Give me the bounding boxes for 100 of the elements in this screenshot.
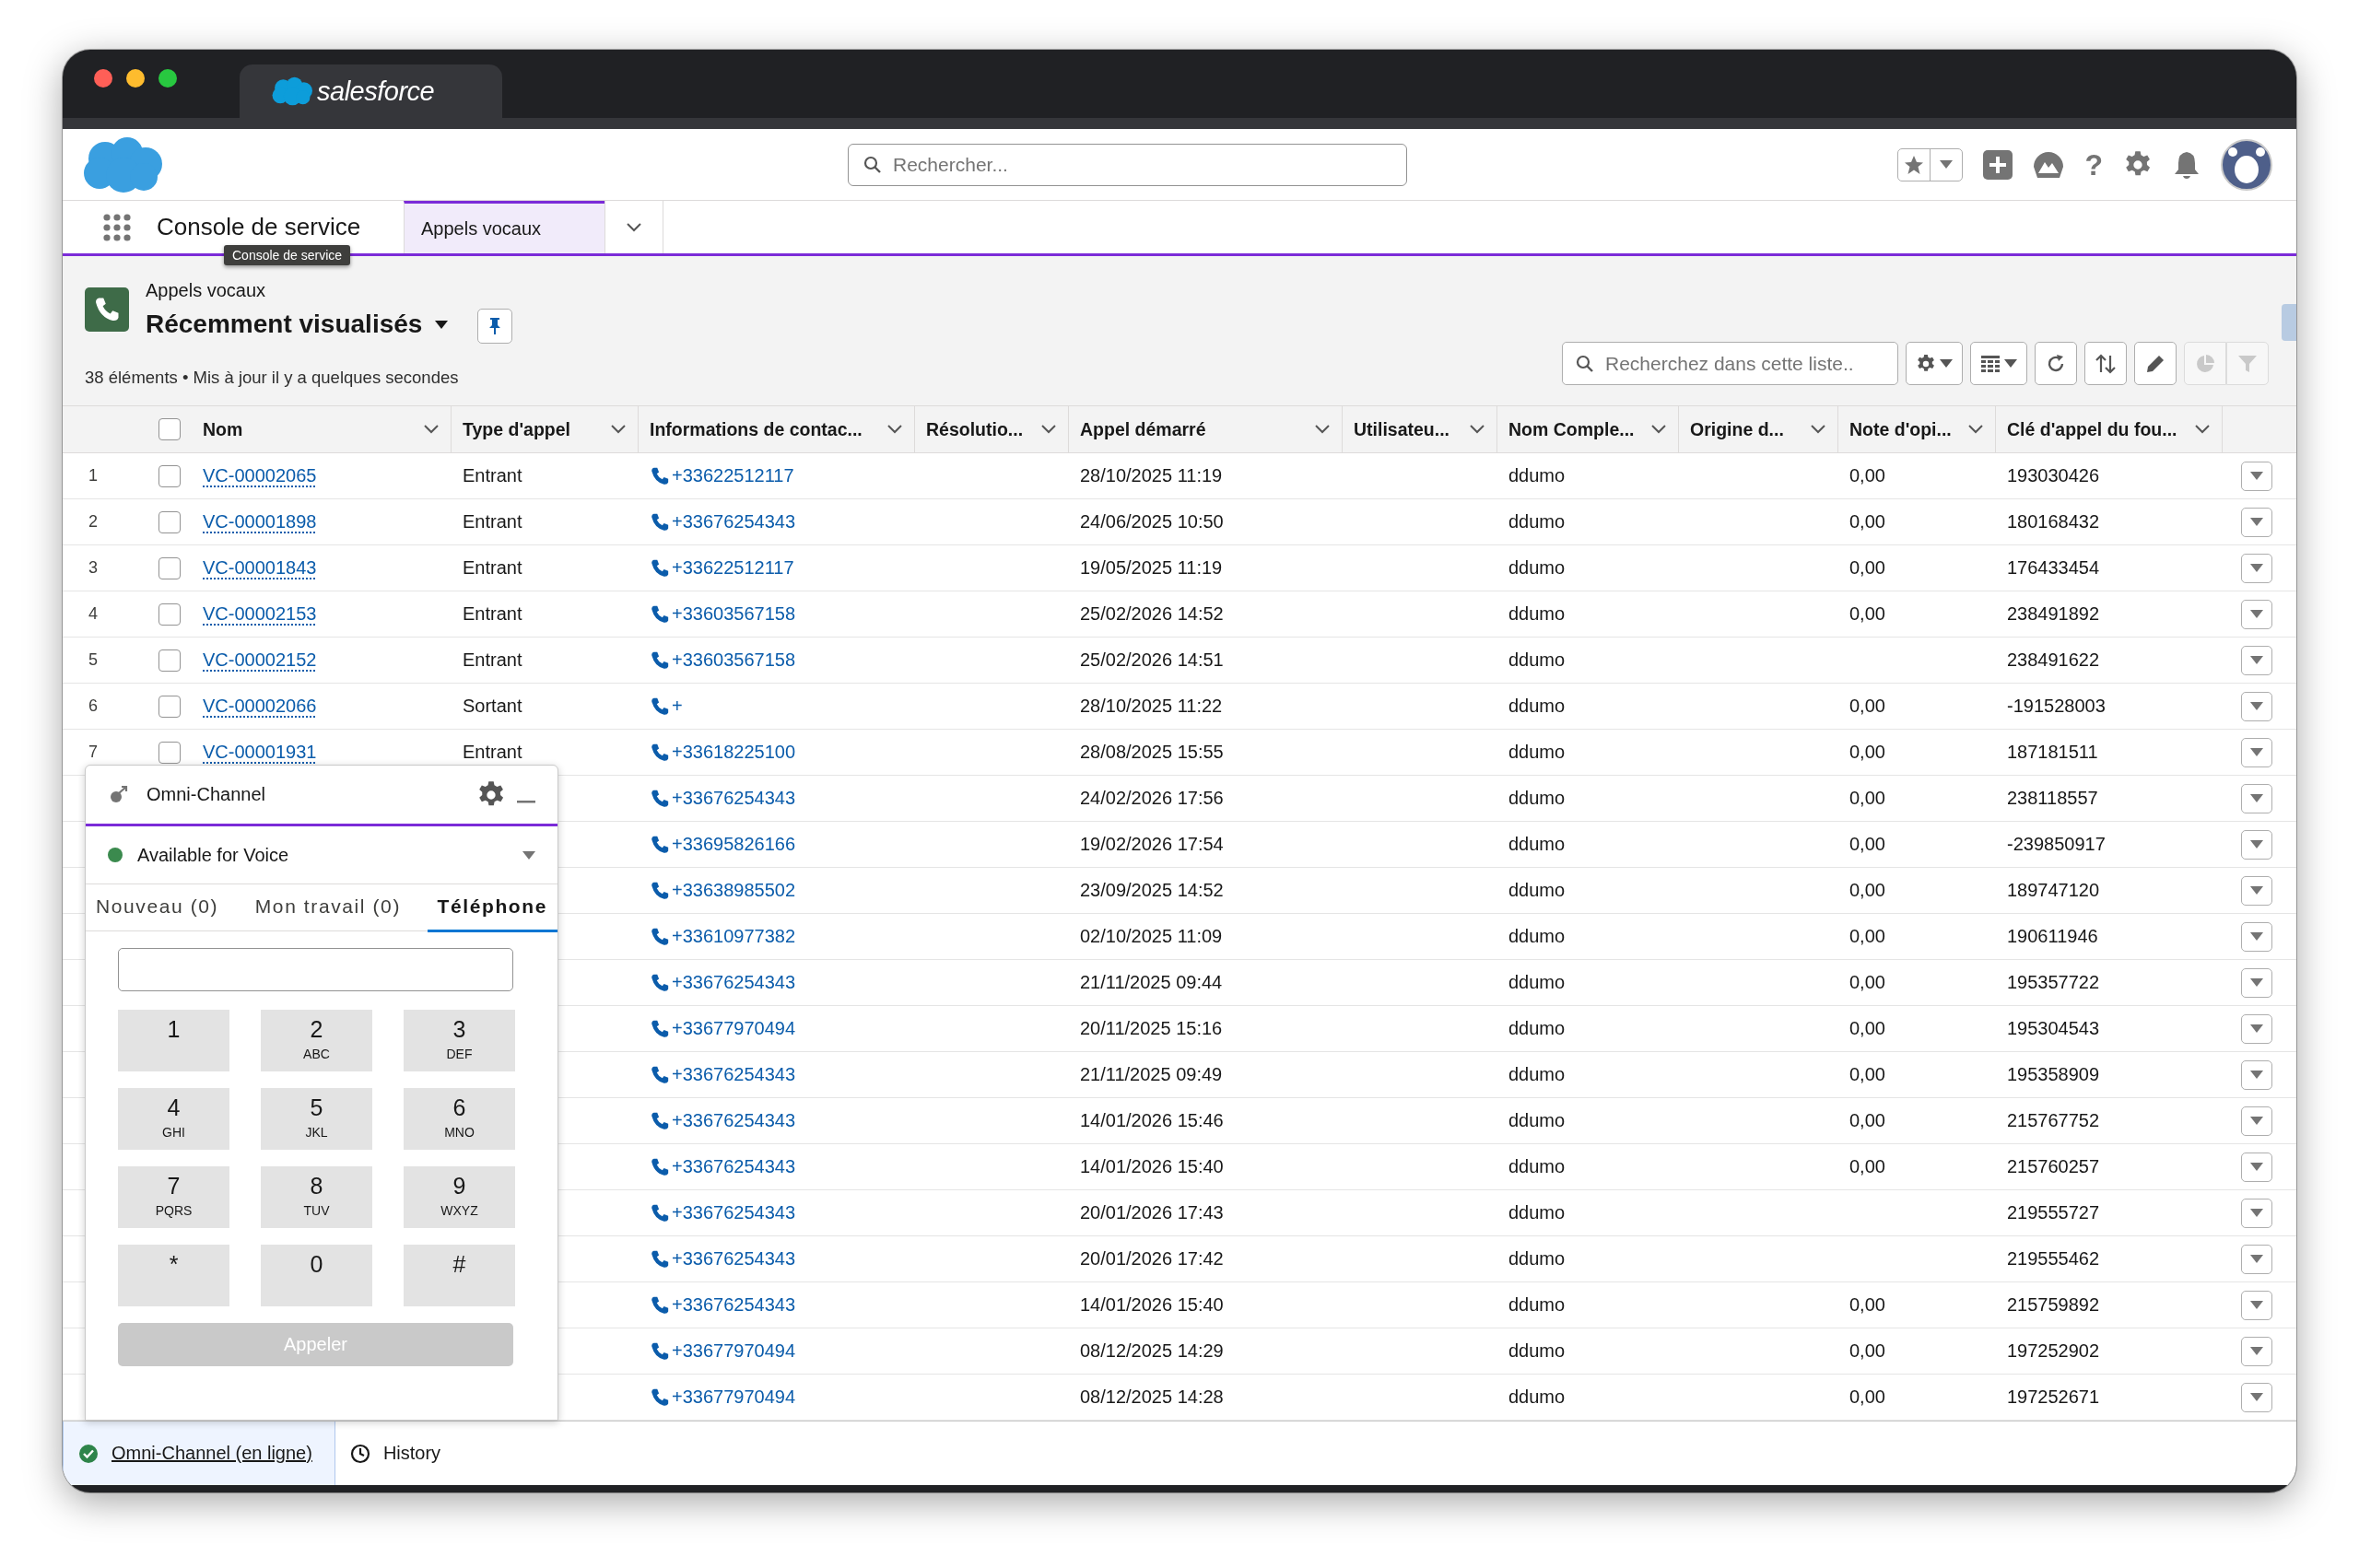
record-link[interactable]: VC-00001931 xyxy=(203,742,317,763)
panel-tab[interactable]: Téléphone xyxy=(427,884,557,932)
phone-link[interactable]: +33603567158 xyxy=(650,649,796,671)
favorites-button[interactable] xyxy=(1897,147,1964,181)
dial-key[interactable]: 9 WXYZ xyxy=(404,1166,515,1228)
row-actions-button[interactable] xyxy=(2241,1382,2272,1412)
dial-key[interactable]: 5 JKL xyxy=(261,1088,372,1150)
workspace-tab[interactable]: Appels vocaux xyxy=(404,201,604,253)
row-checkbox[interactable] xyxy=(158,649,181,672)
record-link[interactable]: VC-00002066 xyxy=(203,696,317,717)
column-header[interactable]: Type d'appel xyxy=(452,405,639,453)
row-checkbox[interactable] xyxy=(158,741,181,764)
dial-key[interactable]: 8 TUV xyxy=(261,1166,372,1228)
dial-key[interactable]: 3 DEF xyxy=(404,1010,515,1071)
phone-number-field[interactable] xyxy=(118,948,513,991)
select-all-checkbox[interactable] xyxy=(158,418,181,440)
toolbar-button[interactable] xyxy=(2035,342,2077,385)
row-actions-button[interactable] xyxy=(2241,1290,2272,1320)
column-header[interactable]: Nom Comple... xyxy=(1497,405,1679,453)
row-actions-button[interactable] xyxy=(2241,875,2272,906)
status-dropdown[interactable]: Available for Voice xyxy=(86,826,557,884)
phone-link[interactable]: +33676254343 xyxy=(650,788,796,809)
record-link[interactable]: VC-00002153 xyxy=(203,603,317,625)
phone-link[interactable]: +33695826166 xyxy=(650,834,796,855)
mountain-icon[interactable] xyxy=(2033,150,2065,179)
phone-link[interactable]: +33610977382 xyxy=(650,926,796,947)
row-actions-button[interactable] xyxy=(2241,461,2272,491)
toolbar-button[interactable] xyxy=(2134,342,2177,385)
dial-key[interactable]: 0 xyxy=(261,1245,372,1306)
dial-key[interactable]: 4 GHI xyxy=(118,1088,229,1150)
help-icon[interactable]: ? xyxy=(2084,149,2103,180)
record-link[interactable]: VC-00001843 xyxy=(203,557,317,579)
window-control-icon[interactable] xyxy=(158,69,177,88)
column-header[interactable]: Appel démarré xyxy=(1069,405,1343,453)
record-link[interactable]: VC-00002152 xyxy=(203,649,317,671)
row-actions-button[interactable] xyxy=(2241,783,2272,813)
global-search-field[interactable]: Rechercher... xyxy=(848,143,1407,186)
row-actions-button[interactable] xyxy=(2241,1336,2272,1366)
pin-button[interactable] xyxy=(477,309,513,344)
row-actions-button[interactable] xyxy=(2241,1106,2272,1136)
dial-key[interactable]: 1 xyxy=(118,1010,229,1071)
row-checkbox[interactable] xyxy=(158,464,181,487)
phone-link[interactable]: +33676254343 xyxy=(650,1294,796,1316)
row-actions-button[interactable] xyxy=(2241,921,2272,952)
phone-link[interactable]: +33676254343 xyxy=(650,1156,796,1177)
dial-key[interactable]: * xyxy=(118,1245,229,1306)
panel-toggle[interactable] xyxy=(2282,304,2296,341)
add-icon[interactable] xyxy=(1983,149,2013,180)
row-actions-button[interactable] xyxy=(2241,691,2272,721)
row-actions-button[interactable] xyxy=(2241,1244,2272,1274)
row-actions-button[interactable] xyxy=(2241,1152,2272,1182)
phone-link[interactable]: +33676254343 xyxy=(650,1110,796,1131)
column-header[interactable]: Note d'opi... xyxy=(1838,405,1996,453)
utility-bar-item[interactable]: History xyxy=(334,1422,464,1485)
browser-tab[interactable]: salesforce xyxy=(240,64,502,118)
dial-key[interactable]: # xyxy=(404,1245,515,1306)
record-link[interactable]: VC-00002065 xyxy=(203,465,317,486)
avatar-icon[interactable] xyxy=(2221,138,2272,191)
toolbar-button[interactable] xyxy=(1906,342,1963,385)
phone-link[interactable]: +33603567158 xyxy=(650,603,796,625)
phone-link[interactable]: +33677970494 xyxy=(650,1018,796,1039)
phone-link[interactable]: +33676254343 xyxy=(650,1248,796,1270)
panel-tab[interactable]: Nouveau (0) xyxy=(86,884,229,932)
row-checkbox[interactable] xyxy=(158,603,181,626)
row-actions-button[interactable] xyxy=(2241,553,2272,583)
toolbar-button[interactable] xyxy=(1970,342,2027,385)
phone-link[interactable]: +33677970494 xyxy=(650,1387,796,1408)
column-header[interactable]: Utilisateu... xyxy=(1343,405,1497,453)
column-header[interactable]: Nom xyxy=(192,405,452,453)
column-header[interactable]: Clé d'appel du fou... xyxy=(1996,405,2223,453)
phone-link[interactable]: +33677970494 xyxy=(650,1340,796,1362)
phone-link[interactable]: +33676254343 xyxy=(650,972,796,993)
app-launcher-icon[interactable] xyxy=(103,213,131,241)
column-header[interactable]: Informations de contac... xyxy=(639,405,915,453)
row-actions-button[interactable] xyxy=(2241,645,2272,675)
phone-link[interactable]: +33638985502 xyxy=(650,880,796,901)
window-control-icon[interactable] xyxy=(126,69,145,88)
dial-key[interactable]: 2 ABC xyxy=(261,1010,372,1071)
row-checkbox[interactable] xyxy=(158,695,181,718)
phone-link[interactable]: +33676254343 xyxy=(650,1202,796,1223)
toolbar-button[interactable] xyxy=(2084,342,2127,385)
column-header[interactable]: Résolutio... xyxy=(915,405,1069,453)
phone-link[interactable]: + xyxy=(650,696,683,717)
row-actions-button[interactable] xyxy=(2241,967,2272,998)
row-actions-button[interactable] xyxy=(2241,507,2272,537)
phone-link[interactable]: +33622512117 xyxy=(650,557,794,579)
row-actions-button[interactable] xyxy=(2241,1198,2272,1228)
row-actions-button[interactable] xyxy=(2241,599,2272,629)
row-actions-button[interactable] xyxy=(2241,1059,2272,1090)
row-actions-button[interactable] xyxy=(2241,1013,2272,1044)
row-actions-button[interactable] xyxy=(2241,737,2272,767)
row-checkbox[interactable] xyxy=(158,556,181,579)
row-checkbox[interactable] xyxy=(158,510,181,533)
phone-link[interactable]: +33676254343 xyxy=(650,1064,796,1085)
phone-link[interactable]: +33622512117 xyxy=(650,465,794,486)
bell-icon[interactable] xyxy=(2173,149,2201,180)
phone-link[interactable]: +33618225100 xyxy=(650,742,796,763)
list-search-field[interactable]: Recherchez dans cette liste.. xyxy=(1562,342,1898,385)
phone-link[interactable]: +33676254343 xyxy=(650,511,796,532)
dial-key[interactable]: 6 MNO xyxy=(404,1088,515,1150)
